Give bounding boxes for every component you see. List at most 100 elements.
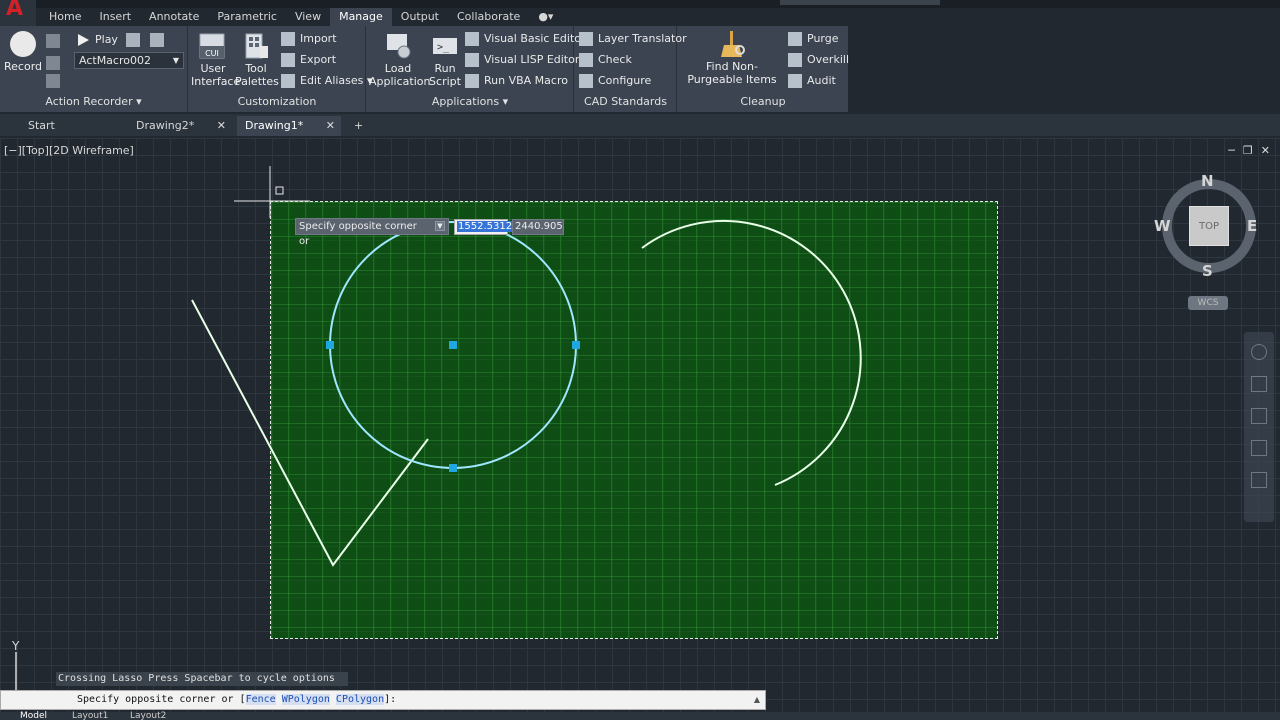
dynamic-input-y[interactable]: 2440.905 <box>512 219 564 235</box>
overkill-button[interactable]: Overkill <box>788 51 849 69</box>
wcs-menu[interactable]: WCS <box>1188 296 1228 310</box>
close-icon[interactable]: ✕ <box>326 116 335 136</box>
configure-button[interactable]: Configure <box>579 72 651 90</box>
panel-title-applications[interactable]: Applications ▾ <box>367 94 573 110</box>
workspace-toggle-icon[interactable]: ●▾ <box>529 8 562 26</box>
user-interface-label: User Interface <box>191 62 241 88</box>
broom-icon <box>721 31 745 57</box>
options-down-icon[interactable]: ▼ <box>435 221 445 231</box>
run-script-label: Run Script <box>429 62 461 88</box>
tab-view[interactable]: View <box>286 8 330 26</box>
grip-right[interactable] <box>572 341 580 349</box>
tab-insert[interactable]: Insert <box>90 8 140 26</box>
dynamic-input-x[interactable]: 1552.5312 <box>454 219 514 235</box>
tool-palettes-button[interactable]: Tool Palettes <box>235 32 279 88</box>
close-icon[interactable]: ✕ <box>217 116 226 136</box>
lisp-editor-icon <box>465 53 479 67</box>
recorder-message-icon[interactable] <box>46 72 65 90</box>
grip-left[interactable] <box>326 341 334 349</box>
recorder-tool-icon[interactable] <box>46 32 65 50</box>
orbit-icon[interactable] <box>1251 440 1267 456</box>
compass-n[interactable]: N <box>1201 172 1214 190</box>
tab-collaborate[interactable]: Collaborate <box>448 8 529 26</box>
purge-button[interactable]: Purge <box>788 30 839 48</box>
pan-icon[interactable] <box>1251 376 1267 392</box>
panel-title-action-recorder[interactable]: Action Recorder ▾ <box>0 94 187 110</box>
export-button[interactable]: Export <box>281 51 336 69</box>
compass-w[interactable]: W <box>1154 217 1171 235</box>
grip-center[interactable] <box>449 341 457 349</box>
configure-icon <box>579 74 593 88</box>
viewcube[interactable]: N S E W TOP WCS <box>1150 168 1266 310</box>
panel-action-recorder: Record Play ActMacro002 ▼ Action Recorde… <box>0 26 188 112</box>
compass-s[interactable]: S <box>1202 262 1213 280</box>
tool-palettes-icon <box>245 33 268 59</box>
zoom-icon[interactable] <box>1251 408 1267 424</box>
grip-bottom[interactable] <box>449 464 457 472</box>
visual-lisp-editor-button[interactable]: Visual LISP Editor <box>465 51 579 69</box>
panel-applications: Load Application >_ Run Script Visual Ba… <box>367 26 586 112</box>
command-scroll-up-icon[interactable]: ▲ <box>752 692 762 708</box>
search-box[interactable] <box>780 0 940 5</box>
import-icon <box>281 32 295 46</box>
purge-icon <box>788 32 802 46</box>
layout-tab-layout1[interactable]: Layout1 <box>72 712 108 720</box>
file-tab-drawing2[interactable]: Drawing2* ✕ <box>128 116 232 136</box>
export-icon <box>281 53 295 67</box>
arc[interactable] <box>641 219 862 486</box>
compass-e[interactable]: E <box>1247 217 1257 235</box>
drawing-viewport[interactable]: [−][Top][2D Wireframe] ─ ❐ ✕ Specify opp… <box>0 138 1280 712</box>
tab-annotate[interactable]: Annotate <box>140 8 208 26</box>
panel-cleanup: Find Non-Purgeable Items Purge Overkill … <box>678 26 849 112</box>
check-button[interactable]: Check <box>579 51 632 69</box>
load-application-label: Load Application <box>369 62 431 88</box>
v-polyline[interactable] <box>191 299 429 567</box>
audit-icon <box>788 74 802 88</box>
play-button[interactable]: Play <box>76 31 118 49</box>
navigation-bar <box>1244 332 1274 522</box>
showmotion-icon[interactable] <box>1251 472 1267 488</box>
record-button[interactable]: Record <box>4 30 42 73</box>
run-vba-macro-button[interactable]: Run VBA Macro <box>465 72 568 90</box>
layout-tab-model[interactable]: Model <box>20 712 47 720</box>
tab-home[interactable]: Home <box>40 8 90 26</box>
macro-select[interactable]: ActMacro002 ▼ <box>74 52 184 69</box>
command-history: Crossing Lasso Press Spacebar to cycle o… <box>56 672 348 686</box>
autocad-logo-icon[interactable]: A <box>0 0 36 26</box>
user-interface-button[interactable]: CUI User Interface <box>191 32 241 88</box>
ucs-icon: Y <box>11 639 20 698</box>
option-fence[interactable]: Fence <box>245 694 276 705</box>
tab-parametric[interactable]: Parametric <box>208 8 286 26</box>
macro-manage-icon[interactable] <box>150 31 169 49</box>
layer-translator-button[interactable]: Layer Translator <box>579 30 687 48</box>
steering-wheel-icon[interactable] <box>1251 344 1267 360</box>
macro-edit-icon[interactable] <box>126 31 145 49</box>
edit-aliases-icon <box>281 74 295 88</box>
viewcube-top-face[interactable]: TOP <box>1189 206 1229 246</box>
load-application-button[interactable]: Load Application <box>369 32 431 88</box>
option-cpolygon[interactable]: CPolygon <box>335 694 385 705</box>
find-non-purgeable-label: Find Non-Purgeable Items <box>687 60 777 86</box>
tab-manage[interactable]: Manage <box>330 8 392 26</box>
file-tab-start[interactable]: Start <box>20 116 120 136</box>
ucs-y-label: Y <box>11 639 20 653</box>
option-wpolygon[interactable]: WPolygon <box>281 694 330 705</box>
visual-basic-editor-button[interactable]: Visual Basic Editor <box>465 30 586 48</box>
macro-select-value: ActMacro002 <box>79 54 151 67</box>
command-input[interactable]: Specify opposite corner or [Fence WPolyg… <box>0 690 766 710</box>
edit-aliases-button[interactable]: Edit Aliases ▾ <box>281 72 372 90</box>
import-button[interactable]: Import <box>281 30 337 48</box>
file-tab-drawing1[interactable]: Drawing1* ✕ <box>237 116 341 136</box>
tab-output[interactable]: Output <box>392 8 448 26</box>
panel-title-cad-standards: CAD Standards <box>584 95 667 108</box>
recorder-stop-icon[interactable] <box>46 54 65 72</box>
new-tab-plus-icon[interactable]: + <box>348 116 368 136</box>
find-non-purgeable-button[interactable]: Find Non-Purgeable Items <box>680 30 784 86</box>
run-script-button[interactable]: >_ Run Script <box>427 32 463 88</box>
layout-tab-layout2[interactable]: Layout2 <box>130 712 166 720</box>
audit-button[interactable]: Audit <box>788 72 836 90</box>
vba-editor-icon <box>465 32 479 46</box>
overkill-icon <box>788 53 802 67</box>
chevron-down-icon: ▼ <box>172 56 179 65</box>
load-application-icon <box>387 34 411 59</box>
